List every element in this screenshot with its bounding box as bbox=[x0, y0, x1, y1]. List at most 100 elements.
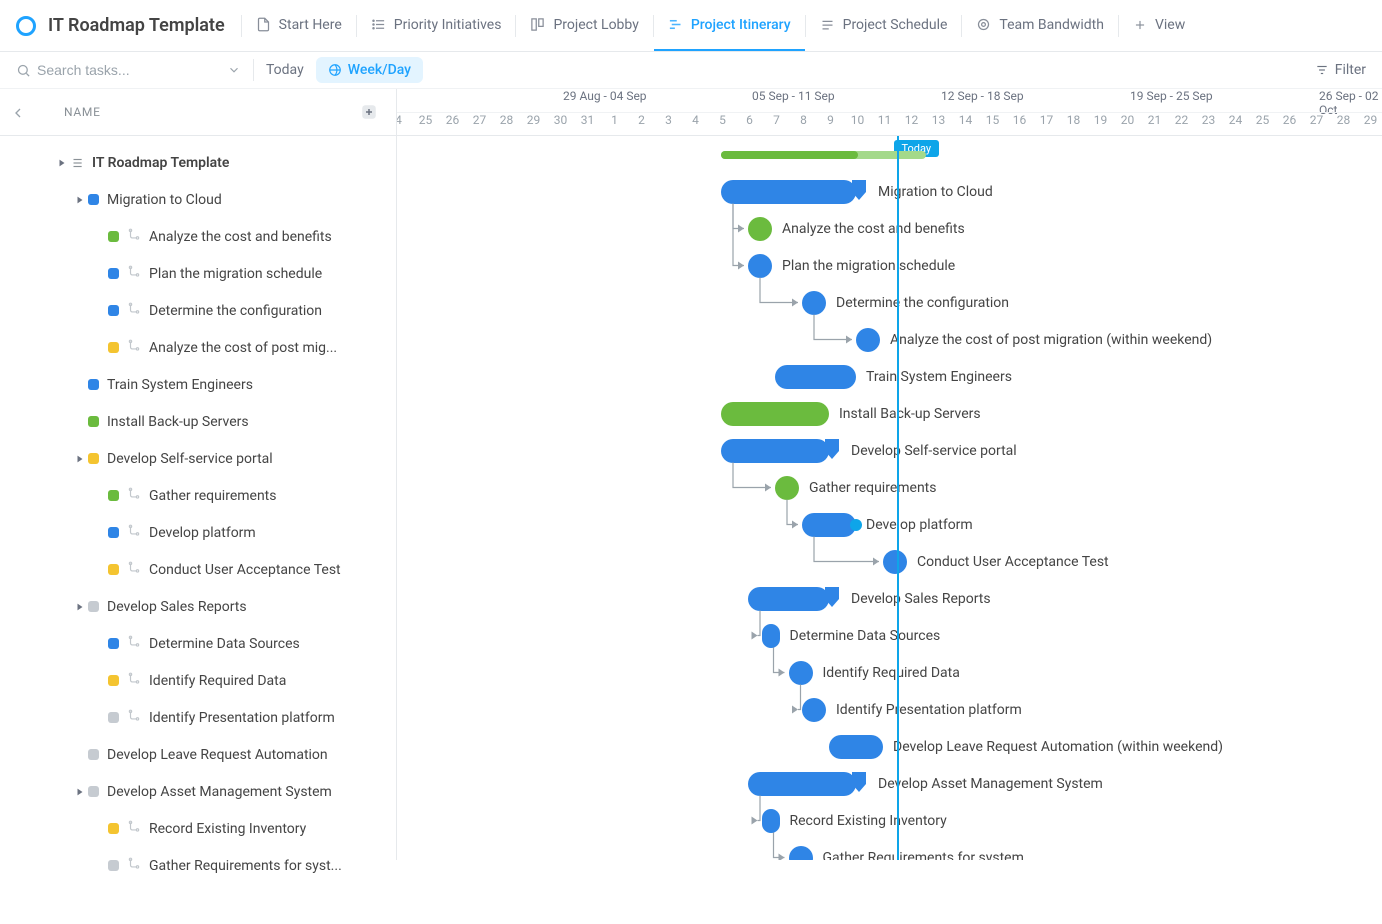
day-header: 16 bbox=[1006, 113, 1033, 127]
task-row-dla[interactable]: Develop Leave Request Automation bbox=[0, 736, 396, 773]
caret-icon[interactable] bbox=[72, 454, 88, 464]
gantt-bar[interactable] bbox=[856, 328, 880, 352]
caret-icon[interactable] bbox=[72, 602, 88, 612]
search-input[interactable] bbox=[37, 62, 197, 78]
subtask-icon bbox=[127, 265, 141, 283]
gantt-bar[interactable] bbox=[802, 698, 826, 722]
week-header: 19 Sep - 25 Sep bbox=[1130, 89, 1213, 103]
gantt-bar[interactable] bbox=[883, 550, 907, 574]
search-icon bbox=[16, 63, 31, 78]
task-row-bkp[interactable]: Install Back-up Servers bbox=[0, 403, 396, 440]
gantt-bar[interactable] bbox=[721, 180, 856, 204]
task-row-mig1[interactable]: Analyze the cost and benefits bbox=[0, 218, 396, 255]
task-row-dsp2[interactable]: Develop platform bbox=[0, 514, 396, 551]
filter-label: Filter bbox=[1335, 62, 1366, 78]
gantt-bar[interactable] bbox=[775, 365, 856, 389]
day-header: 6 bbox=[736, 113, 763, 127]
gantt-bar[interactable] bbox=[748, 254, 772, 278]
gantt-label: Identify Required Data bbox=[823, 665, 960, 681]
gantt-bar[interactable] bbox=[802, 513, 856, 537]
gantt-bar[interactable] bbox=[762, 624, 780, 648]
status-badge bbox=[88, 786, 99, 797]
subtask-icon bbox=[127, 635, 141, 653]
search-wrap[interactable] bbox=[16, 62, 241, 78]
nav-tab-priority-initiatives[interactable]: Priority Initiatives bbox=[357, 0, 516, 51]
gantt-bar[interactable] bbox=[748, 772, 856, 796]
week-header: 05 Sep - 11 Sep bbox=[752, 89, 835, 103]
task-tree-pane: NAME IT Roadmap TemplateMigration to Clo… bbox=[0, 89, 397, 860]
task-row-root[interactable]: IT Roadmap Template bbox=[0, 144, 396, 181]
task-row-dsr[interactable]: Develop Sales Reports bbox=[0, 588, 396, 625]
gantt-bar[interactable] bbox=[789, 661, 813, 685]
day-header: 5 bbox=[709, 113, 736, 127]
progress-summary-bar bbox=[721, 151, 926, 159]
task-label: IT Roadmap Template bbox=[92, 155, 229, 171]
nav-tab-start-here[interactable]: Start Here bbox=[242, 0, 356, 51]
gantt-bar[interactable] bbox=[829, 735, 883, 759]
status-badge bbox=[88, 416, 99, 427]
chevron-down-icon[interactable] bbox=[227, 63, 241, 77]
week-header: 12 Sep - 18 Sep bbox=[941, 89, 1024, 103]
gantt-bar[interactable] bbox=[748, 587, 829, 611]
gantt-pane: Aug - 28 Aug29 Aug - 04 Sep05 Sep - 11 S… bbox=[397, 89, 1382, 860]
task-label: Conduct User Acceptance Test bbox=[149, 562, 341, 578]
collapse-pane-icon[interactable] bbox=[10, 105, 26, 121]
task-row-dsr1[interactable]: Determine Data Sources bbox=[0, 625, 396, 662]
dependency-line bbox=[397, 136, 1382, 860]
gantt-bar[interactable] bbox=[789, 846, 813, 861]
gantt-label: Install Back-up Servers bbox=[839, 406, 981, 422]
task-row-dsp1[interactable]: Gather requirements bbox=[0, 477, 396, 514]
nav-tab-view[interactable]: View bbox=[1119, 0, 1199, 51]
status-badge bbox=[108, 268, 119, 279]
nav-tab-project-schedule[interactable]: Project Schedule bbox=[806, 0, 962, 51]
caret-icon[interactable] bbox=[72, 195, 88, 205]
task-row-dsp[interactable]: Develop Self-service portal bbox=[0, 440, 396, 477]
task-row-dsr3[interactable]: Identify Presentation platform bbox=[0, 699, 396, 736]
dependency-line bbox=[397, 136, 1382, 860]
task-row-mig2[interactable]: Plan the migration schedule bbox=[0, 255, 396, 292]
task-row-mig3[interactable]: Determine the configuration bbox=[0, 292, 396, 329]
add-column-icon[interactable] bbox=[360, 103, 378, 121]
task-label: Develop Self-service portal bbox=[107, 451, 273, 467]
status-badge bbox=[108, 638, 119, 649]
gantt-bar[interactable] bbox=[775, 476, 799, 500]
gantt-bar[interactable] bbox=[748, 217, 772, 241]
task-row-mig4[interactable]: Analyze the cost of post mig... bbox=[0, 329, 396, 366]
day-header: 7 bbox=[763, 113, 790, 127]
nav-tab-project-itinerary[interactable]: Project Itinerary bbox=[654, 0, 805, 51]
task-row-dams2[interactable]: Gather Requirements for syst... bbox=[0, 847, 396, 884]
status-badge bbox=[108, 712, 119, 723]
day-header: 27 bbox=[466, 113, 493, 127]
filter-button[interactable]: Filter bbox=[1315, 62, 1366, 78]
board-icon bbox=[530, 17, 545, 32]
scale-toggle[interactable]: Week/Day bbox=[316, 57, 423, 83]
day-header: 22 bbox=[1168, 113, 1195, 127]
day-header: 21 bbox=[1141, 113, 1168, 127]
status-badge bbox=[108, 231, 119, 242]
task-row-mig[interactable]: Migration to Cloud bbox=[0, 181, 396, 218]
day-header: 11 bbox=[871, 113, 898, 127]
task-row-dsp3[interactable]: Conduct User Acceptance Test bbox=[0, 551, 396, 588]
gantt-bar[interactable] bbox=[802, 291, 826, 315]
caret-icon[interactable] bbox=[54, 158, 70, 168]
task-row-train[interactable]: Train System Engineers bbox=[0, 366, 396, 403]
task-row-dams[interactable]: Develop Asset Management System bbox=[0, 773, 396, 810]
task-row-dsr2[interactable]: Identify Required Data bbox=[0, 662, 396, 699]
tab-label: Project Lobby bbox=[553, 17, 638, 33]
task-row-dams1[interactable]: Record Existing Inventory bbox=[0, 810, 396, 847]
day-header: 31 bbox=[574, 113, 601, 127]
dependency-line bbox=[397, 136, 1382, 860]
today-button[interactable]: Today bbox=[266, 62, 304, 78]
gantt-bar[interactable] bbox=[762, 809, 780, 833]
gantt-label: Record Existing Inventory bbox=[790, 813, 947, 829]
dependency-line bbox=[397, 136, 1382, 860]
gantt-label: Train System Engineers bbox=[866, 369, 1012, 385]
day-header: 25 bbox=[412, 113, 439, 127]
gantt-bar[interactable] bbox=[721, 439, 829, 463]
nav-tab-project-lobby[interactable]: Project Lobby bbox=[516, 0, 652, 51]
caret-icon[interactable] bbox=[72, 787, 88, 797]
gantt-bar[interactable] bbox=[721, 402, 829, 426]
nav-tab-team-bandwidth[interactable]: Team Bandwidth bbox=[962, 0, 1118, 51]
gantt-label: Develop Self-service portal bbox=[851, 443, 1017, 459]
gantt-label: Analyze the cost and benefits bbox=[782, 221, 965, 237]
